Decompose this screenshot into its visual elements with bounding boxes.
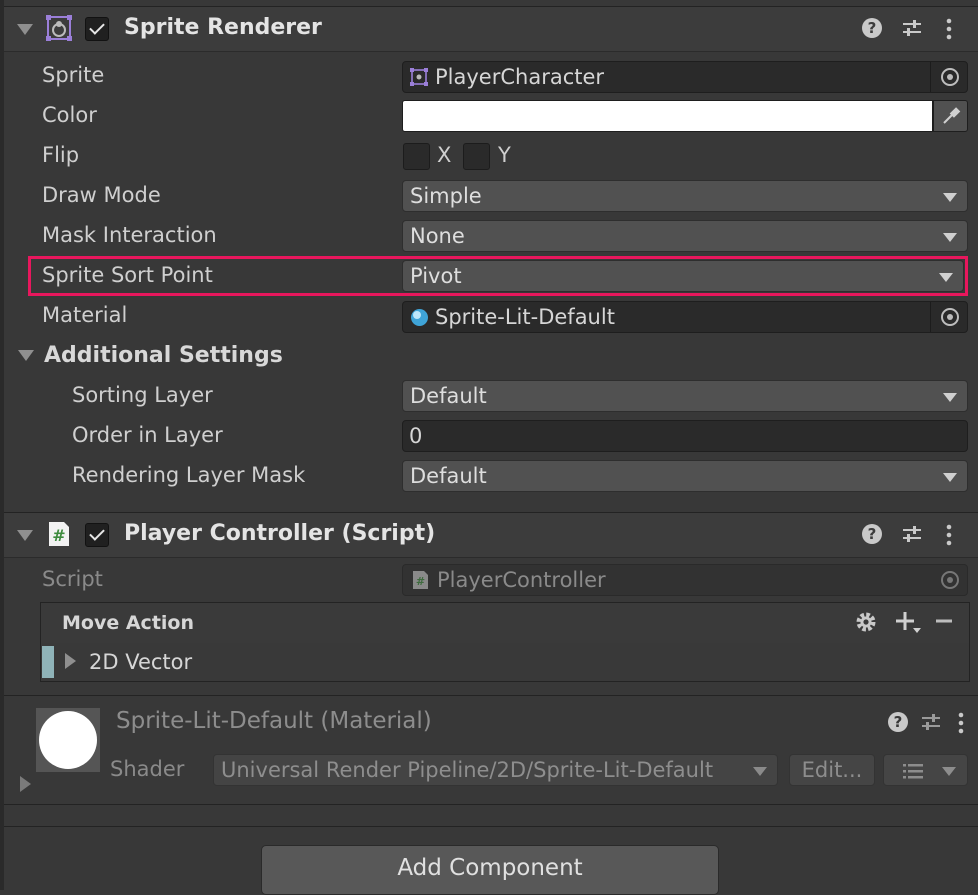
shader-options-button[interactable]	[883, 754, 968, 786]
dropdown-arrow-icon	[943, 193, 957, 202]
player-controller-enabled-checkbox[interactable]	[85, 523, 109, 547]
mask-interaction-value: None	[410, 224, 465, 248]
draw-mode-value: Simple	[410, 184, 482, 208]
flip-y-label: Y	[498, 143, 511, 167]
shader-dropdown[interactable]: Universal Render Pipeline/2D/Sprite-Lit-…	[213, 754, 778, 786]
panel-left-edge	[0, 0, 4, 890]
sorting-layer-label: Sorting Layer	[72, 383, 213, 407]
dropdown-arrow-icon	[943, 233, 957, 242]
foldout-arrow-icon[interactable]	[17, 24, 33, 35]
svg-text:?: ?	[894, 713, 903, 731]
additional-settings-foldout-icon[interactable]	[18, 350, 34, 361]
binding-selection-bar	[42, 646, 54, 678]
object-picker-icon	[941, 571, 959, 589]
foldout-arrow-icon[interactable]	[17, 530, 33, 541]
color-swatch[interactable]	[402, 100, 933, 132]
more-options-icon[interactable]	[944, 523, 954, 547]
player-controller-header[interactable]: # Player Controller (Script) ?	[4, 512, 978, 558]
section-divider	[4, 695, 978, 696]
material-asset-icon	[411, 309, 428, 326]
dropdown-arrow-icon	[753, 767, 767, 776]
sprite-label: Sprite	[42, 63, 105, 87]
material-section-title: Sprite-Lit-Default (Material)	[116, 708, 432, 734]
sprite-asset-icon	[410, 68, 428, 86]
sorting-layer-value: Default	[410, 384, 487, 408]
material-preview	[36, 708, 100, 772]
script-object-field: # PlayerController	[402, 564, 968, 596]
material-value: Sprite-Lit-Default	[435, 305, 615, 329]
flip-label: Flip	[42, 143, 80, 167]
sprite-sort-point-value: Pivot	[410, 264, 462, 288]
svg-text:#: #	[416, 575, 425, 588]
binding-label[interactable]: 2D Vector	[89, 650, 192, 674]
mask-interaction-dropdown[interactable]: None	[402, 220, 968, 252]
section-divider	[4, 804, 978, 805]
help-icon[interactable]: ?	[861, 17, 883, 39]
order-in-layer-input[interactable]: 0	[402, 420, 968, 452]
object-picker-icon[interactable]	[941, 68, 959, 86]
material-label: Material	[42, 303, 128, 327]
remove-binding-icon[interactable]	[935, 618, 953, 624]
more-options-icon[interactable]	[956, 711, 966, 735]
section-divider	[4, 826, 978, 827]
gear-icon[interactable]	[853, 609, 879, 635]
material-object-field[interactable]: Sprite-Lit-Default	[402, 301, 968, 333]
flip-y-checkbox[interactable]	[463, 143, 490, 170]
list-icon	[903, 764, 923, 779]
rendering-layer-mask-label: Rendering Layer Mask	[72, 463, 306, 487]
draw-mode-dropdown[interactable]: Simple	[402, 180, 968, 212]
more-options-icon[interactable]	[944, 17, 954, 41]
script-label: Script	[42, 567, 103, 591]
dropdown-arrow-icon	[943, 473, 957, 482]
add-binding-icon[interactable]	[894, 610, 922, 636]
sprite-sort-point-label: Sprite Sort Point	[42, 263, 213, 287]
mask-interaction-label: Mask Interaction	[42, 223, 217, 247]
sprite-renderer-header[interactable]: Sprite Renderer ?	[4, 6, 978, 52]
order-in-layer-label: Order in Layer	[72, 423, 223, 447]
material-foldout-icon[interactable]	[20, 776, 31, 792]
eyedropper-button[interactable]	[933, 100, 968, 132]
sorting-layer-dropdown[interactable]: Default	[402, 380, 968, 412]
shader-label: Shader	[110, 757, 185, 781]
move-action-title: Move Action	[62, 612, 194, 634]
dropdown-arrow-icon	[939, 273, 953, 282]
add-component-button[interactable]: Add Component	[261, 845, 719, 895]
additional-settings-title[interactable]: Additional Settings	[44, 343, 283, 368]
csharp-script-icon: #	[413, 571, 428, 589]
shader-value: Universal Render Pipeline/2D/Sprite-Lit-…	[221, 758, 714, 782]
csharp-script-icon: #	[49, 522, 69, 546]
presets-icon[interactable]	[901, 17, 923, 39]
help-icon[interactable]: ?	[887, 711, 909, 733]
move-action-panel: Move Action 2D Vector	[40, 602, 970, 682]
help-icon[interactable]: ?	[861, 523, 883, 545]
component-title: Player Controller (Script)	[124, 521, 436, 546]
draw-mode-label: Draw Mode	[42, 183, 161, 207]
dropdown-arrow-icon	[943, 393, 957, 402]
picker-separator	[930, 62, 931, 92]
script-value: PlayerController	[437, 568, 606, 592]
component-title: Sprite Renderer	[124, 15, 322, 40]
object-picker-icon[interactable]	[941, 308, 959, 326]
presets-icon[interactable]	[901, 523, 923, 545]
sprite-value: PlayerCharacter	[435, 65, 605, 89]
flip-x-label: X	[437, 143, 452, 167]
shader-edit-button[interactable]: Edit...	[789, 754, 875, 786]
flip-x-checkbox[interactable]	[403, 143, 430, 170]
svg-text:?: ?	[868, 19, 877, 37]
eyedropper-icon	[943, 107, 961, 124]
picker-separator	[930, 302, 931, 332]
sprite-sort-point-dropdown[interactable]: Pivot	[402, 260, 964, 292]
binding-foldout-icon[interactable]	[65, 653, 76, 669]
rendering-layer-mask-dropdown[interactable]: Default	[402, 460, 968, 492]
svg-text:#: #	[52, 526, 65, 545]
color-label: Color	[42, 103, 97, 127]
svg-text:?: ?	[868, 525, 877, 543]
sprite-renderer-icon	[46, 15, 72, 41]
presets-icon[interactable]	[920, 711, 942, 733]
sprite-object-field[interactable]: PlayerCharacter	[402, 61, 968, 93]
dropdown-arrow-icon	[942, 767, 956, 776]
rendering-layer-mask-value: Default	[410, 464, 487, 488]
sprite-renderer-enabled-checkbox[interactable]	[85, 17, 109, 41]
material-preview-sphere	[39, 711, 97, 769]
